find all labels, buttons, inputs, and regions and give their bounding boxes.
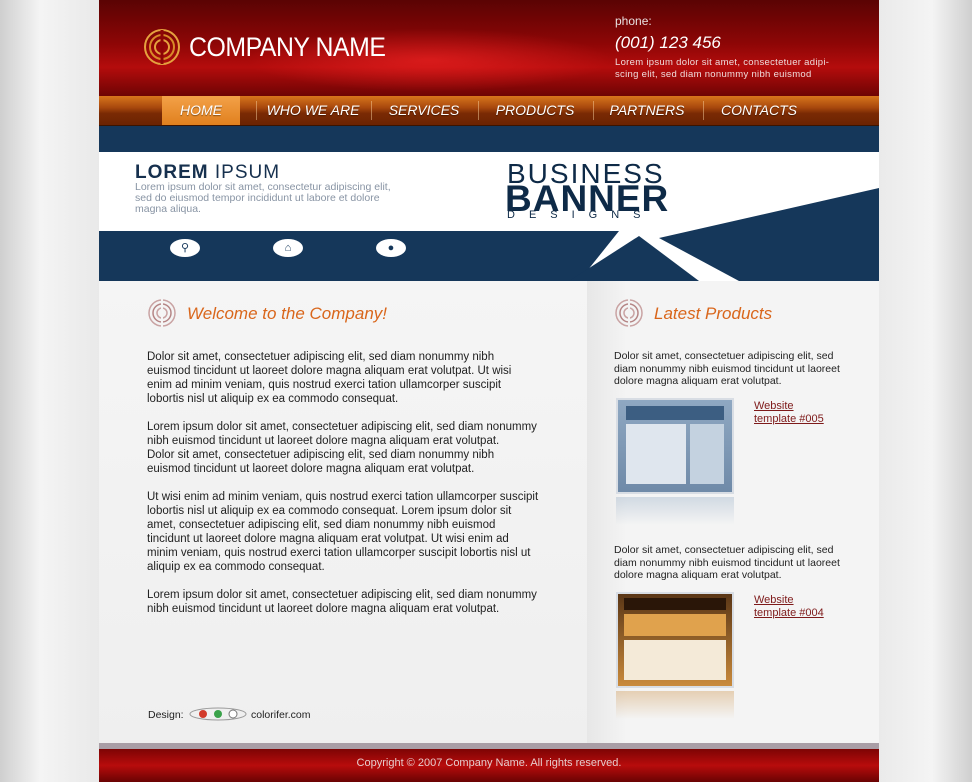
welcome-body: Dolor sit amet, consectetuer adipiscing …	[147, 350, 539, 630]
spiral-icon	[148, 299, 176, 327]
company-name: COMPANY NAME	[189, 32, 386, 62]
paragraph: Ut wisi enim ad minim veniam, quis nostr…	[147, 491, 539, 573]
paragraph: Dolor sit amet, consectetuer adipiscing …	[147, 351, 512, 405]
nav-item-products[interactable]: PRODUCTS	[479, 96, 591, 125]
design-credit-link[interactable]: colorifer.com	[251, 709, 311, 721]
product-link-004[interactable]: Website template #004	[754, 594, 834, 620]
page: COMPANY NAME phone: (001) 123 456 Lorem …	[99, 0, 879, 782]
header: COMPANY NAME phone: (001) 123 456 Lorem …	[99, 0, 879, 96]
product-thumbnail[interactable]	[616, 592, 734, 688]
nav-item-services[interactable]: SERVICES	[372, 96, 476, 125]
phone-label: phone:	[615, 14, 652, 28]
banner-text: Lorem ipsum dolor sit amet, consectetur …	[135, 181, 391, 215]
paragraph: Lorem ipsum dolor sit amet, consectetuer…	[147, 421, 537, 447]
search-icon: ⚲	[170, 239, 200, 257]
product-description: Dolor sit amet, consectetuer adipiscing …	[614, 544, 840, 581]
banner-headline-light: IPSUM	[208, 162, 281, 183]
thumb-side	[690, 424, 724, 484]
design-label: Design:	[148, 709, 184, 721]
thumbnail-reflection	[616, 691, 734, 719]
product-link-005[interactable]: Website template #005	[754, 400, 834, 426]
product-thumbnail[interactable]	[616, 398, 734, 494]
sidebar: Latest Products Dolor sit amet, consecte…	[587, 281, 879, 743]
copyright-text: Copyright © 2007 Company Name. All right…	[356, 757, 622, 769]
thumbnail-reflection	[616, 497, 734, 525]
paragraph: Lorem ipsum dolor sit amet, consectetuer…	[147, 589, 537, 615]
welcome-title: Welcome to the Company!	[187, 304, 387, 323]
latest-products-title: Latest Products	[654, 304, 773, 323]
main-nav: HOME WHO WE ARE SERVICES PRODUCTS PARTNE…	[99, 96, 879, 126]
thumb-header	[626, 406, 724, 420]
product-description: Dolor sit amet, consectetuer adipiscing …	[614, 350, 840, 387]
hero-banner: LOREM IPSUM Lorem ipsum dolor sit amet, …	[99, 126, 879, 281]
nav-item-contacts[interactable]: CONTACTS	[704, 96, 814, 125]
thumb-header	[624, 598, 726, 610]
home-icon: ⌂	[273, 239, 303, 257]
user-icon: ●	[376, 239, 406, 257]
thumb-banner	[624, 614, 726, 636]
thumb-body	[624, 640, 726, 680]
spiral-icon	[615, 299, 643, 327]
banner-line3: DESIGNS	[507, 209, 655, 221]
company-logo-icon	[144, 29, 180, 65]
colorifer-logo-icon[interactable]	[187, 705, 249, 723]
nav-item-home[interactable]: HOME	[162, 96, 240, 125]
nav-item-partners[interactable]: PARTNERS	[594, 96, 700, 125]
thumb-body	[626, 424, 686, 484]
main-content: Welcome to the Company! Dolor sit amet, …	[99, 281, 587, 743]
banner-headline-bold: LOREM	[135, 162, 209, 183]
header-blurb: Lorem ipsum dolor sit amet, consectetuer…	[615, 57, 830, 80]
footer: Copyright © 2007 Company Name. All right…	[99, 749, 879, 782]
nav-item-who-we-are[interactable]: WHO WE ARE	[257, 96, 369, 125]
paragraph: Dolor sit amet, consectetuer adipiscing …	[147, 449, 495, 475]
phone-number: (001) 123 456	[615, 33, 721, 52]
